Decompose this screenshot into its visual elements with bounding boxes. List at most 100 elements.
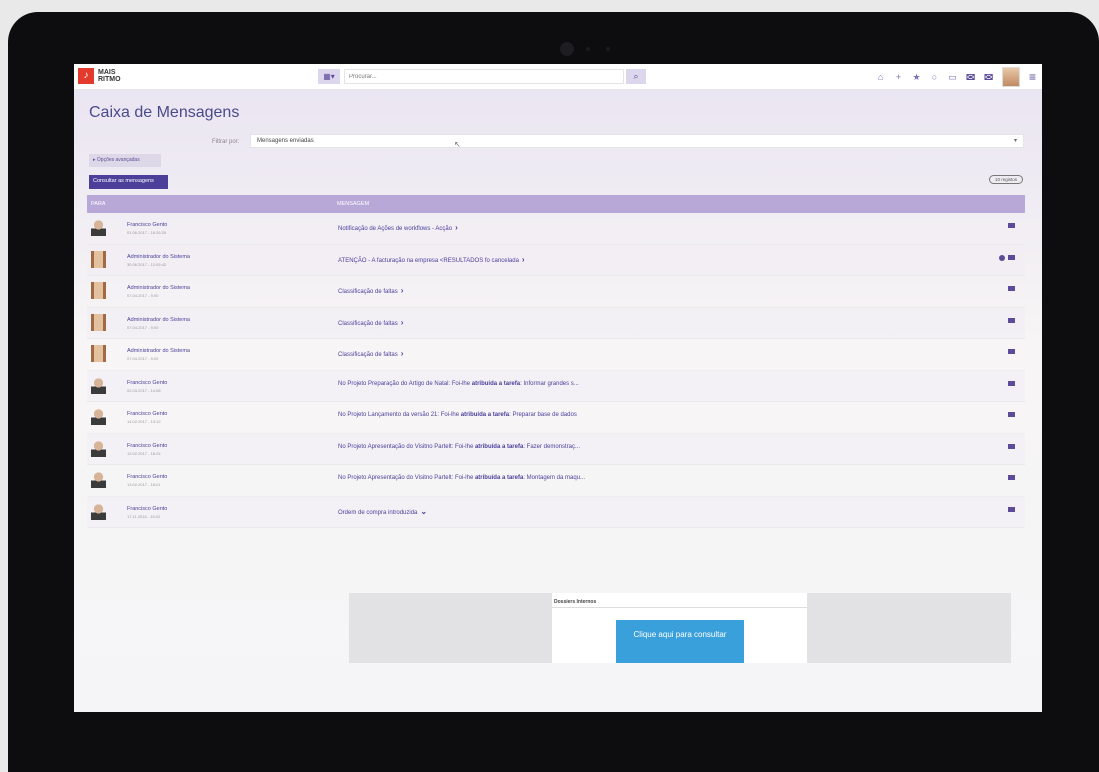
search-input[interactable] xyxy=(344,69,624,84)
message-prefix: No Projeto Preparação do Artigo de Natal… xyxy=(338,380,472,387)
table-row[interactable]: Francisco Gento 17.11.2016 - 16:02 Ordem d… xyxy=(87,496,1025,528)
avatar xyxy=(91,250,106,268)
table-row[interactable]: Francisco Gento 13.02.2017 - 18:24 No Proj… xyxy=(87,433,1025,465)
message-subject: ATENÇÃO - A facturação na empresa <RESUL… xyxy=(338,257,519,264)
message-date: 07.04.2017 - 9:00 xyxy=(127,293,159,298)
preview-title: Dossiers Internos xyxy=(554,599,597,605)
message-date: 07.04.2017 - 9:00 xyxy=(127,324,159,330)
message-subject: Classificação de faltas xyxy=(338,289,398,295)
row-actions xyxy=(999,254,1015,261)
chevron-right-icon[interactable]: › xyxy=(522,255,525,264)
envelope-icon[interactable] xyxy=(1008,380,1015,386)
message-suffix: : Preparar base de dados xyxy=(509,412,577,418)
envelope-icon[interactable] xyxy=(1008,443,1015,449)
table-row[interactable]: Administrador do Sistema 07.04.2017 - 9:0… xyxy=(87,276,1025,308)
table-row[interactable]: Administrador do Sistema 07.04.2017 - 9:0… xyxy=(87,339,1025,371)
envelope-icon[interactable] xyxy=(1008,475,1015,480)
logo-line2: RITMO xyxy=(98,76,121,83)
message-text[interactable]: No Projeto Preparação do Artigo de Natal… xyxy=(338,381,579,387)
message-text[interactable]: No Projeto Apresentação do Visitno Parte… xyxy=(338,444,580,450)
consult-cta-button[interactable]: Clique aqui para consultar xyxy=(616,620,744,663)
envelope-icon[interactable] xyxy=(1008,349,1015,354)
sensor-dot xyxy=(606,47,610,51)
message-text[interactable]: Classificação de faltas › xyxy=(338,286,403,295)
envelope-icon[interactable] xyxy=(1008,255,1015,260)
plus-icon[interactable]: + xyxy=(894,72,903,82)
avatar xyxy=(91,471,106,488)
message-highlight: atribuída a tarefa xyxy=(474,443,524,450)
table-row[interactable]: Francisco Gento 13.02.2017 - 18:01 No Proj… xyxy=(87,465,1025,497)
envelope-icon[interactable] xyxy=(1008,317,1015,323)
row-actions xyxy=(1008,475,1015,480)
user-avatar[interactable] xyxy=(1001,67,1020,87)
message-suffix: : Montagem da maqu... xyxy=(523,475,586,481)
avatar xyxy=(91,313,106,331)
message-text[interactable]: Notificação de Ações de workflows - Acçã… xyxy=(338,223,458,232)
table-row[interactable]: Francisco Gento 14.02.2017 - 13:12 No Proj… xyxy=(87,402,1025,434)
recipient-name: Administrador do Sistema xyxy=(127,316,190,323)
filter-label: Filtrar por: xyxy=(212,139,240,145)
chevron-right-icon[interactable]: › xyxy=(455,223,458,232)
filter-select[interactable]: Mensagens enviadas ▾ xyxy=(250,134,1024,148)
calendar-icon[interactable]: ▭ xyxy=(948,72,957,83)
clock-icon[interactable]: ○ xyxy=(930,72,939,82)
settings-icon[interactable] xyxy=(999,254,1005,261)
message-text[interactable]: Classificação de faltas › xyxy=(338,318,403,327)
row-actions xyxy=(1008,286,1015,291)
message-date: 07.04.2017 - 9:00 xyxy=(127,356,159,361)
column-header-to: PARA xyxy=(91,201,106,207)
message-text[interactable]: Classificação de faltas › xyxy=(338,349,403,358)
top-icon-bar: ⌂ + ★ ○ ▭ ✉ ✉ ≡ xyxy=(876,67,1036,87)
messages-icon[interactable]: ✉ xyxy=(984,71,993,84)
logo-line1: MAIS xyxy=(98,69,116,76)
chevron-right-icon[interactable]: › xyxy=(401,286,404,295)
recipient-name: Administrador do Sistema xyxy=(127,285,190,291)
hamburger-menu-icon[interactable]: ≡ xyxy=(1029,70,1036,84)
envelope-icon[interactable] xyxy=(1008,412,1015,417)
recipient-name: Administrador do Sistema xyxy=(127,348,190,354)
message-text[interactable]: No Projeto Apresentação do Visitno Parte… xyxy=(338,475,585,481)
row-actions xyxy=(1008,223,1015,228)
chevron-down-icon: ▾ xyxy=(1013,138,1017,144)
envelope-icon[interactable] xyxy=(1008,223,1015,228)
message-highlight: atribuída a tarefa xyxy=(471,380,521,387)
app-logo[interactable]: ♪ MAIS RITMO xyxy=(78,68,121,84)
home-icon[interactable]: ⌂ xyxy=(876,72,885,82)
filter-value: Mensagens enviadas xyxy=(257,138,314,144)
message-date: 01.06.2017 - 16:26:26 xyxy=(127,230,167,235)
message-prefix: No Projeto Apresentação do Visitno Parte… xyxy=(338,475,475,481)
message-date: 02.03.2017 - 14:08 xyxy=(127,387,161,393)
table-row[interactable]: Francisco Gento 02.03.2017 - 14:08 No Proj… xyxy=(87,370,1025,402)
avatar xyxy=(91,376,106,394)
envelope-icon[interactable] xyxy=(1008,506,1015,512)
message-text[interactable]: No Projeto Lançamento da versão 21: Foi-… xyxy=(338,412,577,418)
message-prefix: No Projeto Apresentação do Visitno Parte… xyxy=(338,443,475,450)
chevron-right-icon[interactable]: › xyxy=(401,349,404,358)
mouse-cursor-icon: ↖ xyxy=(454,140,461,149)
recipient-name: Francisco Gento xyxy=(127,442,168,449)
recipient-name: Francisco Gento xyxy=(127,222,168,228)
message-text[interactable]: Ordem de compra introduzida ⌄ xyxy=(338,507,427,516)
table-row[interactable]: Francisco Gento 01.06.2017 - 16:26:26 Noti… xyxy=(87,213,1025,245)
row-actions xyxy=(1008,380,1015,386)
star-icon[interactable]: ★ xyxy=(912,72,921,83)
consult-messages-button[interactable]: Consultar as mensagens xyxy=(89,175,168,189)
message-date: 17.11.2016 - 16:02 xyxy=(127,513,161,519)
search-icon[interactable]: ⌕ xyxy=(626,69,646,84)
chevron-down-icon[interactable]: ⌄ xyxy=(420,507,427,516)
message-date: 13.02.2017 - 18:01 xyxy=(127,482,161,487)
message-highlight: atribuída a tarefa xyxy=(474,475,524,481)
column-header-message: MENSAGEM xyxy=(337,201,370,207)
table-row[interactable]: Administrador do Sistema 07.04.2017 - 9:0… xyxy=(87,307,1025,339)
advanced-options-button[interactable]: ▸ Opções avançadas xyxy=(89,154,161,167)
table-row[interactable]: Administrador do Sistema 30.06.2017 - 12:… xyxy=(87,244,1025,276)
chat-icon[interactable]: ✉ xyxy=(966,71,975,84)
row-actions xyxy=(1008,349,1015,354)
chevron-right-icon[interactable]: › xyxy=(401,318,404,327)
message-highlight: atribuída a tarefa xyxy=(460,412,510,418)
grid-menu-button[interactable]: ▦▾ xyxy=(318,69,340,84)
message-text[interactable]: ATENÇÃO - A facturação na empresa <RESUL… xyxy=(338,255,525,264)
envelope-icon[interactable] xyxy=(1008,286,1015,291)
table-header: PARA MENSAGEM xyxy=(87,195,1025,213)
avatar xyxy=(91,439,106,457)
